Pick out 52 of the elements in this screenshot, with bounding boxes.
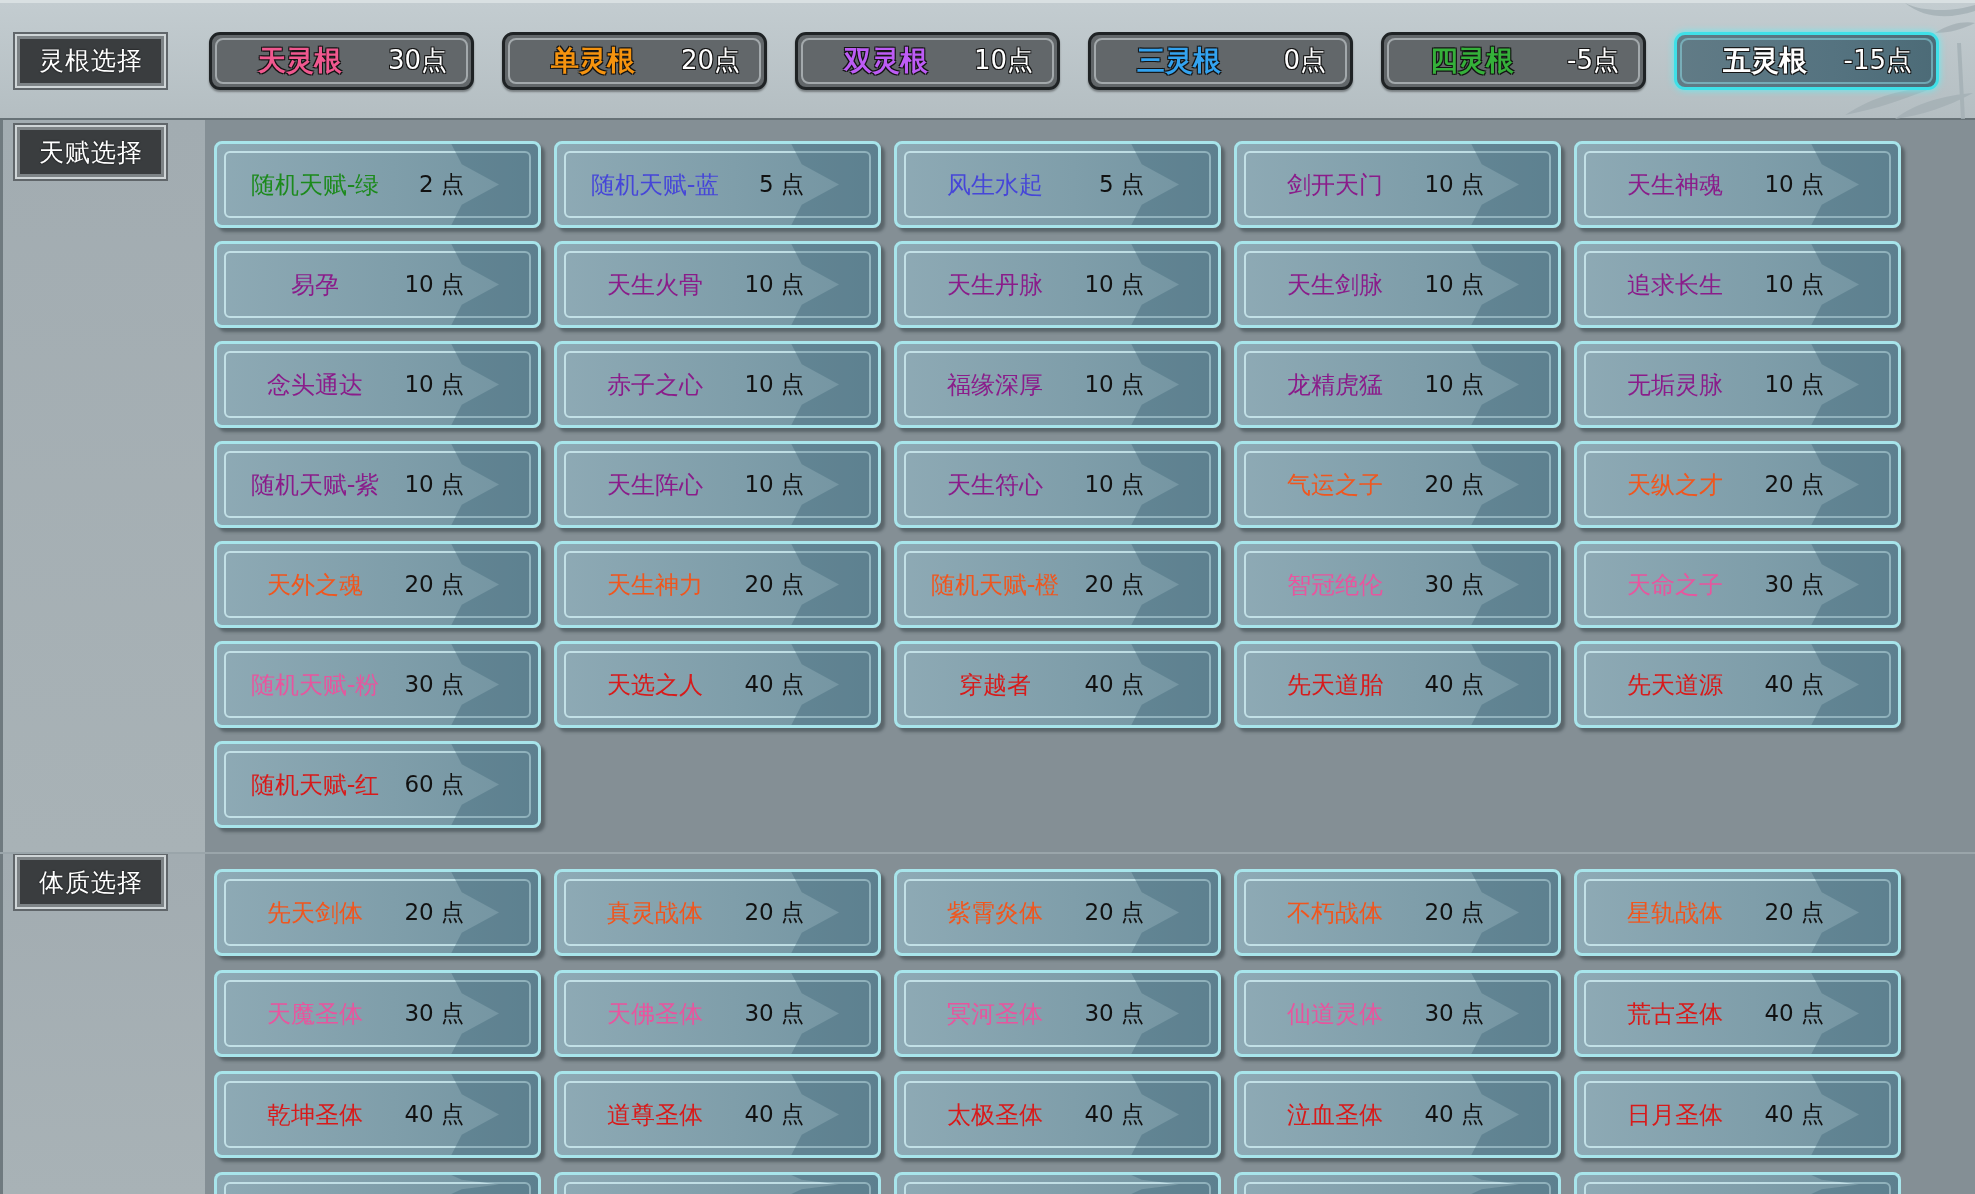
talent-button[interactable]: 天选之人 40 点 — [554, 641, 881, 728]
talent-button[interactable]: 追求长生 10 点 — [1574, 241, 1901, 328]
talent-button[interactable]: 先天道源 40 点 — [1574, 641, 1901, 728]
talent-button[interactable]: 随机天赋-橙 20 点 — [894, 541, 1221, 628]
talent-button[interactable]: 随机天赋-粉 30 点 — [214, 641, 541, 728]
constitution-button[interactable]: 星轨战体 20 点 — [1574, 869, 1901, 956]
constitution-button[interactable]: 天魔圣体 30 点 — [214, 970, 541, 1057]
spirit-root-button[interactable]: 双灵根 10点 — [795, 31, 1060, 90]
talent-button[interactable]: 念头通达 10 点 — [214, 341, 541, 428]
constitution-button[interactable]: 天佛圣体 30 点 — [554, 970, 881, 1057]
constitution-button[interactable]: 日月圣体 40 点 — [1574, 1071, 1901, 1158]
constitution-button[interactable]: 太极圣体 40 点 — [894, 1071, 1221, 1158]
talent-button[interactable]: 随机天赋-紫 10 点 — [214, 441, 541, 528]
talent-button[interactable]: 天生阵心 10 点 — [554, 441, 881, 528]
spirit-root-button[interactable]: 单灵根 20点 — [502, 31, 767, 90]
talent-button[interactable]: 龙精虎猛 10 点 — [1234, 341, 1561, 428]
constitution-button[interactable]: 泣血圣体 40 点 — [1234, 1071, 1561, 1158]
talent-button[interactable]: 随机天赋-红 60 点 — [214, 741, 541, 828]
talent-button[interactable]: 天生丹脉 10 点 — [894, 241, 1221, 328]
constitution-button[interactable]: 真灵战体 20 点 — [554, 869, 881, 956]
spirit-root-button[interactable]: 三灵根 0点 — [1088, 31, 1353, 90]
constitution-button[interactable]: 仙道灵体 30 点 — [1234, 970, 1561, 1057]
talent-button[interactable]: 天生火骨 10 点 — [554, 241, 881, 328]
constitution-button[interactable]: 紫霄炎体 20 点 — [894, 869, 1221, 956]
spirit-root-button[interactable]: 天灵根 30点 — [209, 31, 474, 90]
talent-button[interactable]: 天命之子 30 点 — [1574, 541, 1901, 628]
talent-button[interactable]: 天生神魂 10 点 — [1574, 141, 1901, 228]
constitution-button[interactable]: 乾坤圣体 40 点 — [214, 1071, 541, 1158]
talent-button[interactable]: 易孕 10 点 — [214, 241, 541, 328]
constitution-button[interactable]: 道尊圣体 40 点 — [554, 1071, 881, 1158]
talent-button[interactable]: 先天道胎 40 点 — [1234, 641, 1561, 728]
constitution-button[interactable]: 不朽战体 20 点 — [1234, 869, 1561, 956]
talent-button[interactable]: 天生符心 10 点 — [894, 441, 1221, 528]
constitution-button[interactable]: 冥河圣体 30 点 — [894, 970, 1221, 1057]
talent-button[interactable]: 天生剑脉 10 点 — [1234, 241, 1561, 328]
spirit-root-button[interactable]: 四灵根 -5点 — [1381, 31, 1646, 90]
talent-button[interactable]: 天生神力 20 点 — [554, 541, 881, 628]
talent-button[interactable]: 福缘深厚 10 点 — [894, 341, 1221, 428]
talent-button[interactable]: 穿越者 40 点 — [894, 641, 1221, 728]
talent-button[interactable]: 智冠绝伦 30 点 — [1234, 541, 1561, 628]
talent-button[interactable]: 无垢灵脉 10 点 — [1574, 341, 1901, 428]
talent-button[interactable]: 气运之子 20 点 — [1234, 441, 1561, 528]
talent-button[interactable]: 随机天赋-蓝 5 点 — [554, 141, 881, 228]
constitution-button[interactable]: 荒古圣体 40 点 — [1574, 970, 1901, 1057]
talent-button[interactable]: 天纵之才 20 点 — [1574, 441, 1901, 528]
spirit-root-button[interactable]: 五灵根 -15点 — [1674, 31, 1939, 90]
talent-button[interactable]: 剑开天门 10 点 — [1234, 141, 1561, 228]
talent-button[interactable]: 随机天赋-绿 2 点 — [214, 141, 541, 228]
constitution-button[interactable]: 先天剑体 20 点 — [214, 869, 541, 956]
talent-button[interactable]: 风生水起 5 点 — [894, 141, 1221, 228]
talent-button[interactable]: 天外之魂 20 点 — [214, 541, 541, 628]
talent-button[interactable]: 赤子之心 10 点 — [554, 341, 881, 428]
